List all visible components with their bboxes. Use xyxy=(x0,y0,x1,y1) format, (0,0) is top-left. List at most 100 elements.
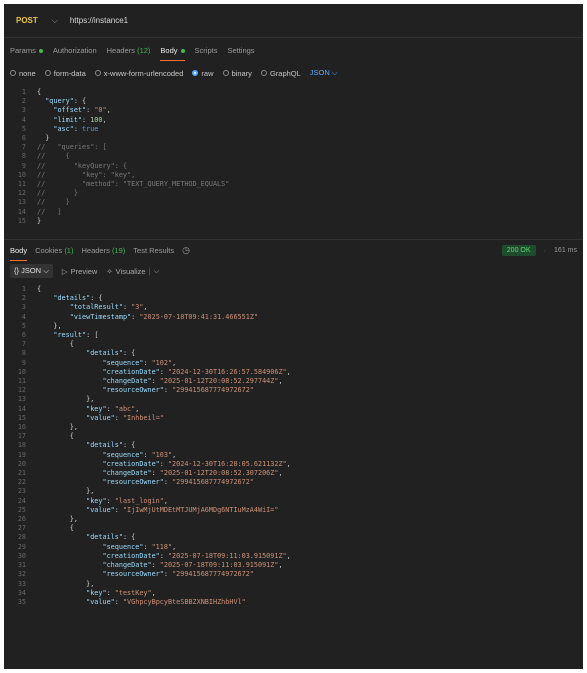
line-number: 29 xyxy=(17,542,26,551)
tab-body[interactable]: Body xyxy=(160,40,185,61)
code-text: "resourceOwner": "299415687774972672" xyxy=(102,386,254,395)
body-type-graphql[interactable]: GraphQL xyxy=(260,68,301,78)
url-bar: POST ⌵ xyxy=(4,4,583,38)
response-code-line: 35 "value": "VGhpcyBpcyBteSBBZXNBIHZhbHV… xyxy=(4,598,583,607)
code-text: "changeDate": "2025-01-12T20:08:52.29774… xyxy=(102,377,283,386)
code-text: "creationDate": "2025-07-18T09:11:03.915… xyxy=(102,551,291,560)
response-code-line: 25 "value": "IjIwMjUtMDEtMTJUMjA6MDg6NTI… xyxy=(4,506,583,515)
response-tabs: Body Cookies (1) Headers (19) Test Results … xyxy=(4,239,583,261)
request-body-editor[interactable]: 1{2 "query": {3 "offset": "0", 4 "limit":… xyxy=(4,84,583,235)
visualize-button[interactable]: ✧ Visualize | ⌵ xyxy=(106,266,159,276)
chevron-down-icon: ⌵ xyxy=(51,15,58,25)
tab-scripts[interactable]: Scripts xyxy=(195,40,218,61)
code-text: }, xyxy=(69,423,78,432)
response-body-viewer[interactable]: 1{2 "details": {3 "totalResult": "3", 4 "… xyxy=(4,281,583,607)
body-type-binary[interactable]: binary xyxy=(222,69,252,78)
method-label: POST xyxy=(16,16,38,25)
line-number: 22 xyxy=(17,478,26,487)
line-number: 6 xyxy=(21,134,26,143)
body-type-none[interactable]: none xyxy=(10,69,36,78)
code-text: "value": "Inhbeil=" xyxy=(86,413,164,422)
response-code-line: 18 "details": { xyxy=(4,441,583,450)
code-text: "value": "IjIwMjUtMDEtMTJUMjA6MDg6NTIuMz… xyxy=(86,505,279,514)
url-input[interactable] xyxy=(67,8,575,33)
history-icon[interactable]: ◷ xyxy=(182,245,190,256)
request-code-line: 7 // "queries": [ xyxy=(4,143,583,152)
format-select[interactable]: {} JSON ⌵ xyxy=(10,264,53,278)
line-number: 15 xyxy=(17,413,26,422)
code-text: "key": "last_login", xyxy=(86,496,168,505)
radio-button[interactable] xyxy=(44,70,51,76)
line-number: 8 xyxy=(21,349,26,358)
code-text: "resourceOwner": "299415687774972672" xyxy=(102,570,254,579)
response-tab-body[interactable]: Body xyxy=(10,240,28,261)
code-text: "details": { xyxy=(86,441,136,450)
response-code-line: 24 "key": "last_login", xyxy=(4,497,583,506)
code-text: "key": "abc", xyxy=(86,404,140,413)
code-text: // } xyxy=(37,198,70,207)
response-code-line: 1{ xyxy=(4,285,583,294)
line-number: 26 xyxy=(17,515,26,524)
radio-button[interactable] xyxy=(192,70,199,76)
tab-count: (19) xyxy=(111,246,126,255)
tab-label: Cookies xyxy=(35,246,63,255)
request-code-line: 4 "limit": 100, xyxy=(4,116,583,125)
line-number: 9 xyxy=(21,358,26,367)
response-code-line: 17 { xyxy=(4,432,583,441)
code-text: "creationDate": "2024-12-30T16:26:57.584… xyxy=(102,367,291,376)
response-code-line: 8 "details": { xyxy=(4,349,583,358)
response-code-line: 7 { xyxy=(4,340,583,349)
method-select[interactable]: POST ⌵ xyxy=(12,10,62,32)
code-text: { xyxy=(69,432,74,441)
status-dot xyxy=(180,48,185,53)
body-type-x-www-form-urlencoded[interactable]: x-www-form-urlencoded xyxy=(94,69,183,78)
request-code-line: 1{ xyxy=(4,88,583,97)
tab-authorization[interactable]: Authorization xyxy=(53,40,97,61)
response-tab-cookies[interactable]: Cookies (1) xyxy=(35,240,73,261)
radio-button[interactable] xyxy=(94,70,101,76)
request-code-line: 13 // } xyxy=(4,198,583,207)
response-code-line: 21 "changeDate": "2025-01-12T20:08:52.30… xyxy=(4,469,583,478)
response-code-line: 31 "changeDate": "2025-07-18T09:11:03.91… xyxy=(4,561,583,570)
code-text: "details": { xyxy=(86,349,136,358)
visualize-label: Visualize xyxy=(115,266,146,276)
status-badge: 200 OK xyxy=(501,245,536,256)
request-code-line: 9 // "keyQuery": { xyxy=(4,162,583,171)
request-code-line: 15} xyxy=(4,217,583,226)
line-number: 27 xyxy=(17,524,26,533)
response-code-line: 20 "creationDate": "2024-12-30T16:28:05.… xyxy=(4,460,583,469)
response-code-line: 30 "creationDate": "2025-07-18T09:11:03.… xyxy=(4,552,583,561)
line-number: 32 xyxy=(17,570,26,579)
tab-label: Body xyxy=(160,45,178,55)
radio-button[interactable] xyxy=(222,70,229,76)
code-text: // "method": "TEXT_QUERY_METHOD_EQUALS" xyxy=(37,180,230,189)
line-number: 2 xyxy=(21,97,26,106)
request-tabs: Params Authorization Headers (12) Body Scrip… xyxy=(4,38,583,62)
code-text: "key": "testKey", xyxy=(86,588,156,597)
radio-button[interactable] xyxy=(260,70,267,76)
tab-settings[interactable]: Settings xyxy=(227,40,254,61)
line-number: 13 xyxy=(17,198,26,207)
chevron-down-icon: ⌵ xyxy=(43,266,49,275)
body-type-raw[interactable]: raw xyxy=(192,69,214,78)
response-tab-test-results[interactable]: Test Results xyxy=(133,240,174,261)
line-number: 4 xyxy=(21,312,26,321)
tab-params[interactable]: Params xyxy=(10,40,43,61)
api-client-window: POST ⌵ Params Authorization Headers (12) Bo… xyxy=(4,4,583,669)
code-text: // ] xyxy=(37,207,62,216)
radio-button[interactable] xyxy=(10,70,16,76)
body-type-label: GraphQL xyxy=(269,68,301,78)
response-code-line: 13 }, xyxy=(4,395,583,404)
code-text: }, xyxy=(86,395,95,404)
body-type-form-data[interactable]: form-data xyxy=(44,69,86,78)
tab-headers[interactable]: Headers (12) xyxy=(107,40,151,61)
line-number: 19 xyxy=(17,450,26,459)
code-text: "query": { xyxy=(45,97,87,106)
response-code-line: 4 "viewTimestamp": "2025-07-18T09:41:31.… xyxy=(4,313,583,322)
preview-button[interactable]: ▷ Preview xyxy=(62,267,97,276)
tab-count: (1) xyxy=(64,246,74,255)
response-tab-headers[interactable]: Headers (19) xyxy=(81,240,125,261)
request-code-line: 3 "offset": "0", xyxy=(4,106,583,115)
language-select[interactable]: JSON ⌵ xyxy=(310,68,338,78)
tab-label: Headers xyxy=(81,246,110,255)
